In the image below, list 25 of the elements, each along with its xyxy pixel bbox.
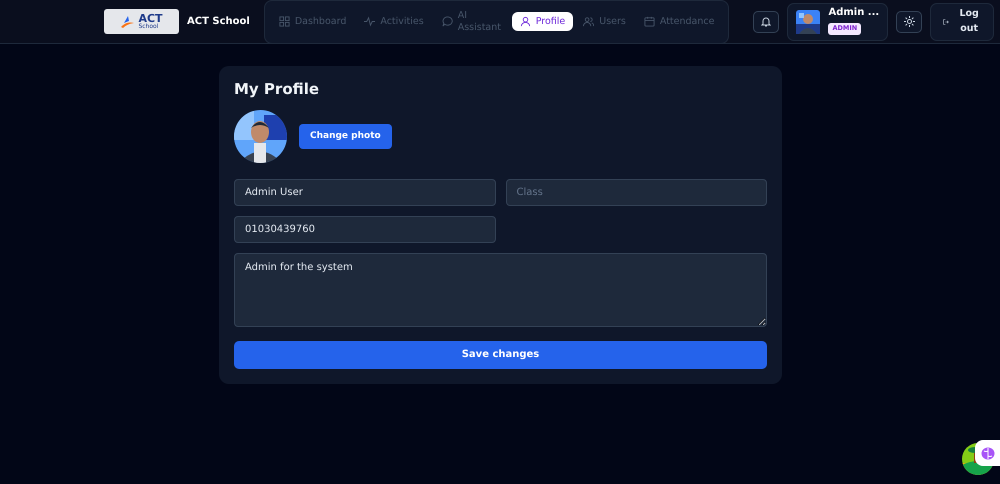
theme-toggle[interactable] [896,10,922,32]
brand-name: ACT School [187,15,250,29]
change-photo-button[interactable]: Change photo [299,124,392,150]
calendar-icon [644,16,655,27]
input-field[interactable]: Admin User [234,179,496,206]
brain-icon [981,446,995,460]
user-name: Admin ... [828,7,880,20]
logout-icon [943,16,950,26]
logo-text: ACT [138,13,163,24]
chat-icon [442,16,453,27]
pulse-icon [364,16,376,27]
assistant-tab[interactable] [975,440,1000,466]
bell-icon [761,16,772,27]
users-icon [583,16,594,27]
notification-button[interactable] [753,10,780,32]
nav-tab[interactable]: Profile [512,12,574,32]
input-field[interactable]: Class [506,179,767,206]
save-button[interactable]: Save changes [234,340,767,368]
sun-icon [904,16,915,27]
grid-icon [278,16,290,27]
page-title: My Profile [234,80,320,98]
input-field[interactable]: 01030439760 [234,216,496,243]
logout-button[interactable]: Log out [930,2,994,40]
user-icon [520,16,531,27]
bio-field[interactable]: Admin for the system [234,253,767,327]
